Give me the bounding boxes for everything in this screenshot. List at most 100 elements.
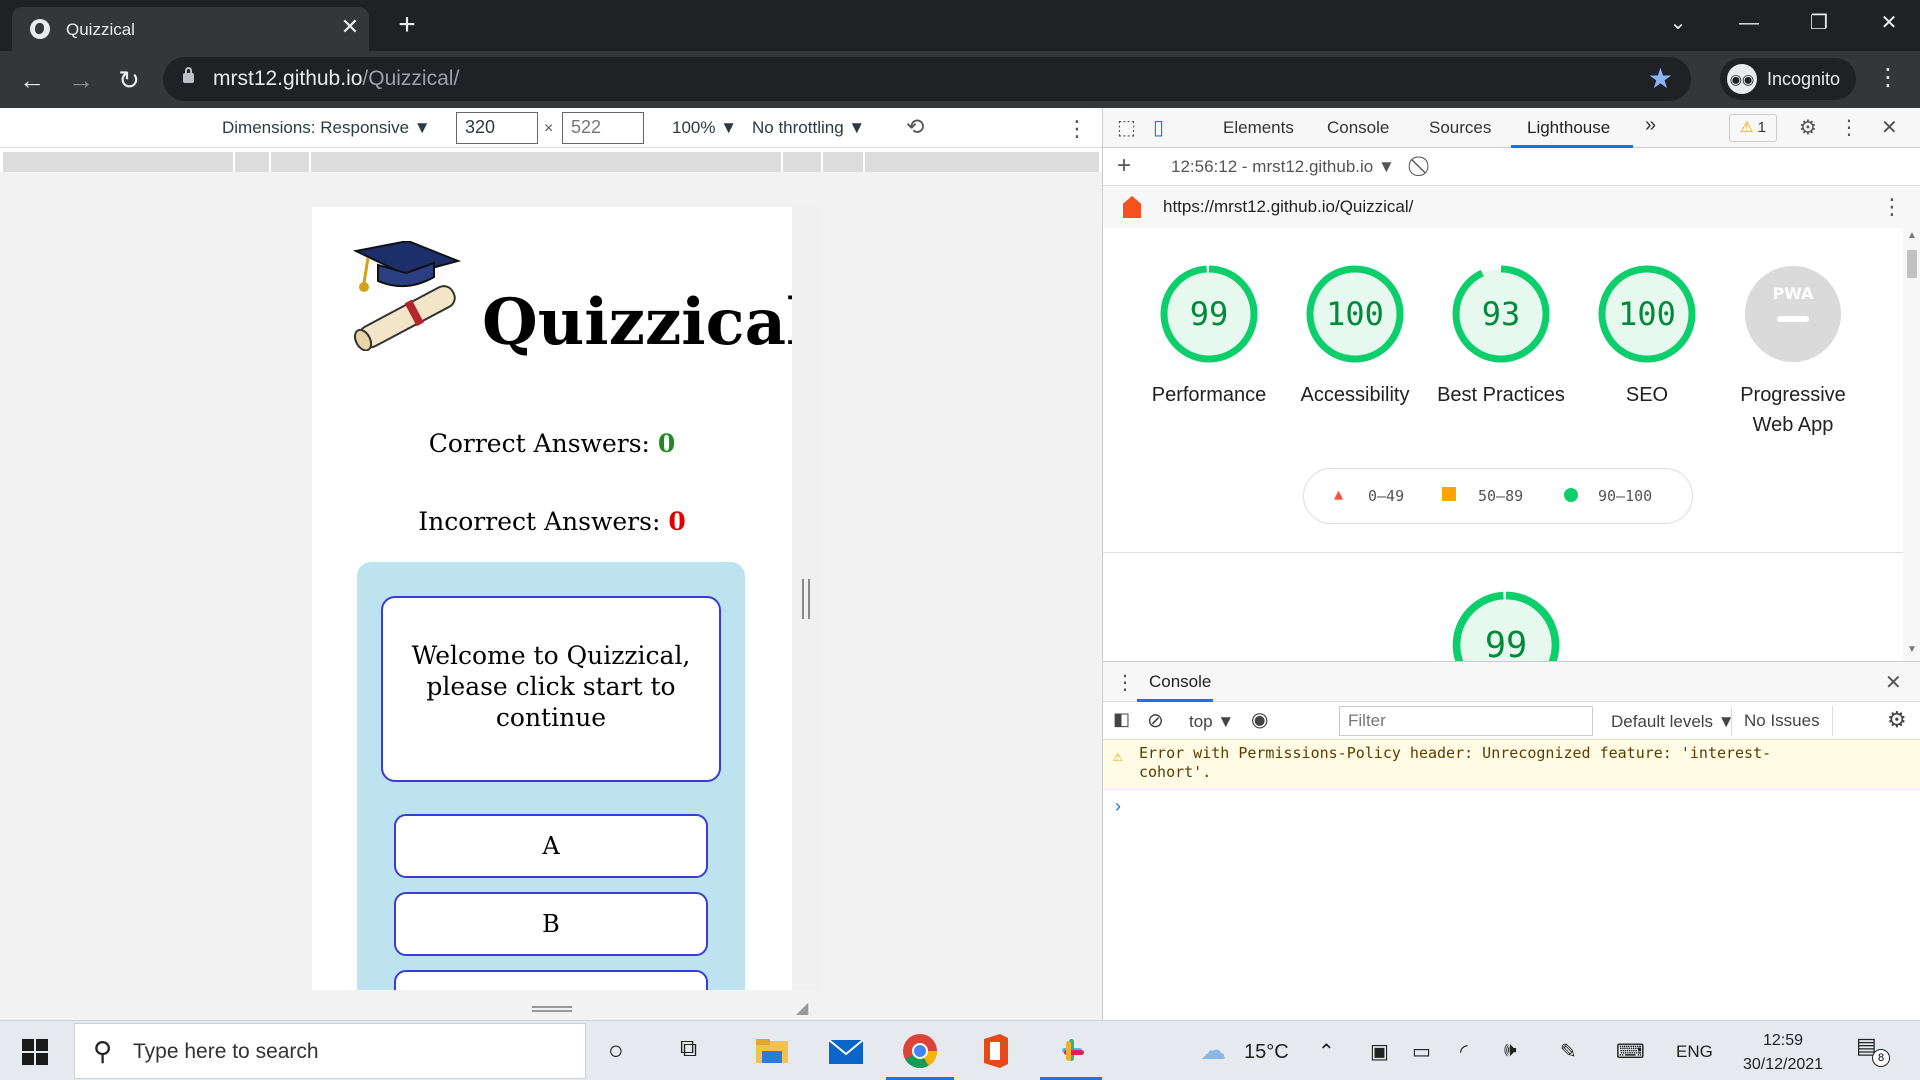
wifi-icon[interactable]: ◜ — [1460, 1039, 1468, 1064]
new-report-icon[interactable]: + — [1117, 152, 1131, 180]
resize-handle-corner[interactable]: ◢ — [796, 998, 808, 1018]
context-dropdown[interactable]: top ▼ — [1189, 712, 1234, 732]
tab-lighthouse[interactable]: Lighthouse — [1527, 118, 1610, 138]
settings-gear-icon[interactable]: ⚙ — [1799, 115, 1817, 140]
cortana-icon[interactable]: ○ — [608, 1035, 624, 1066]
more-tabs-icon[interactable]: » — [1645, 114, 1656, 137]
show-hidden-icons-icon[interactable]: ⌃ — [1318, 1039, 1335, 1064]
log-levels-dropdown[interactable]: Default levels ▼ — [1611, 712, 1735, 732]
taskbar-search[interactable]: ⚲ Type here to search — [74, 1023, 586, 1079]
weather-temperature[interactable]: 15°C — [1244, 1041, 1289, 1064]
dimensions-dropdown[interactable]: Dimensions: Responsive ▼ — [222, 118, 431, 138]
legend-pass-range: 90–100 — [1598, 487, 1653, 505]
forward-icon[interactable]: → — [66, 65, 96, 95]
seo-gauge[interactable]: 100 — [1597, 264, 1697, 364]
tab-console[interactable]: Console — [1327, 118, 1389, 138]
globe-icon — [30, 19, 50, 39]
warning-badge[interactable]: ⚠ 1 — [1729, 114, 1777, 142]
slack-icon[interactable] — [1052, 1031, 1092, 1071]
devtools-menu-icon[interactable]: ⋮ — [1839, 115, 1859, 140]
title-bar: Quizzical ✕ + ⌄ — ❐ ✕ — [0, 0, 1920, 51]
windows-start-icon[interactable] — [22, 1039, 48, 1065]
resize-handle-bottom[interactable] — [532, 1006, 572, 1012]
height-input[interactable]: 522 — [562, 112, 644, 144]
device-options-icon[interactable]: ⋮ — [1066, 116, 1088, 142]
report-scrollbar[interactable]: ▲ ▼ — [1903, 228, 1920, 661]
best-practices-gauge[interactable]: 93 — [1451, 264, 1551, 364]
answer-button-a[interactable]: A — [394, 814, 708, 878]
task-view-icon[interactable]: ⧉ — [680, 1035, 697, 1063]
close-tab-icon[interactable]: ✕ — [338, 15, 362, 39]
devtools-panel: ⬚ ▯ Elements Console Sources Lighthouse … — [1102, 108, 1920, 1020]
touch-keyboard-icon[interactable]: ⌨ — [1616, 1039, 1645, 1064]
incognito-indicator[interactable]: ◉◉ Incognito — [1720, 58, 1856, 100]
drawer-tabbar: ⋮ Console ✕ — [1103, 662, 1920, 702]
volume-icon[interactable]: 🕪 — [1504, 1039, 1517, 1062]
throttling-dropdown[interactable]: No throttling ▼ — [752, 118, 865, 138]
back-icon[interactable]: ← — [17, 65, 47, 95]
performance-section-gauge[interactable]: 99 — [1451, 590, 1561, 661]
mail-icon[interactable] — [826, 1031, 866, 1071]
svg-text:99: 99 — [1190, 295, 1229, 333]
address-bar[interactable]: mrst12.github.io/Quizzical/ ★ — [163, 57, 1691, 101]
battery-icon[interactable]: ▭ — [1412, 1039, 1431, 1064]
resize-handle-right[interactable] — [802, 579, 810, 619]
drawer-menu-icon[interactable]: ⋮ — [1115, 670, 1135, 695]
report-selector[interactable]: 12:56:12 - mrst12.github.io ▼ — [1171, 157, 1395, 177]
sidebar-toggle-icon[interactable]: ◧ — [1113, 709, 1130, 730]
svg-text:100: 100 — [1618, 295, 1676, 333]
tab-sources[interactable]: Sources — [1429, 118, 1491, 138]
restore-button[interactable]: ❐ — [1796, 8, 1842, 38]
report-url[interactable]: https://mrst12.github.io/Quizzical/ — [1163, 197, 1413, 217]
inspect-element-icon[interactable]: ⬚ — [1117, 115, 1136, 140]
lock-icon — [183, 67, 194, 83]
weather-cloud-icon[interactable]: ☁ — [1200, 1035, 1226, 1066]
tab-search-icon[interactable]: ⌄ — [1655, 8, 1701, 38]
reload-icon[interactable]: ↻ — [114, 65, 144, 95]
office-icon[interactable] — [976, 1031, 1016, 1071]
average-square-icon — [1442, 487, 1456, 501]
warning-text-line-1: Error with Permissions-Policy header: Un… — [1139, 744, 1772, 762]
console-filter-input[interactable]: Filter — [1339, 706, 1593, 736]
answer-button-b[interactable]: B — [394, 892, 708, 956]
pen-icon[interactable]: ✎ — [1560, 1039, 1577, 1064]
tab-elements[interactable]: Elements — [1223, 118, 1294, 138]
close-window-button[interactable]: ✕ — [1866, 8, 1912, 38]
chrome-icon[interactable] — [900, 1031, 940, 1071]
rotate-icon[interactable]: ⟲ — [906, 114, 924, 140]
system-clock[interactable]: 12:59 30/12/2021 — [1728, 1029, 1838, 1077]
meet-now-icon[interactable]: ▣ — [1370, 1039, 1389, 1064]
correct-count: 0 — [657, 429, 676, 458]
zoom-dropdown[interactable]: 100% ▼ — [672, 118, 737, 138]
report-menu-icon[interactable]: ⋮ — [1881, 194, 1903, 220]
width-input[interactable]: 320 — [456, 112, 538, 144]
browser-menu-icon[interactable]: ⋮ — [1876, 63, 1900, 92]
media-query-bar[interactable] — [3, 152, 1099, 172]
times-sign: × — [544, 120, 554, 137]
pass-circle-icon — [1564, 488, 1578, 502]
issues-button[interactable]: No Issues — [1731, 706, 1833, 736]
console-settings-icon[interactable]: ⚙ — [1887, 707, 1907, 733]
quiz-panel: Welcome to Quizzical, please click start… — [357, 562, 745, 990]
warning-icon: ⚠ — [1113, 746, 1123, 765]
file-explorer-icon[interactable] — [752, 1031, 792, 1071]
console-prompt[interactable]: › — [1115, 796, 1121, 817]
minimize-button[interactable]: — — [1726, 8, 1772, 38]
svg-text:PWA: PWA — [1772, 284, 1814, 303]
live-expression-eye-icon[interactable]: ◉ — [1251, 707, 1268, 732]
clear-console-icon[interactable]: ⊘ — [1147, 708, 1164, 733]
close-devtools-icon[interactable]: ✕ — [1881, 115, 1898, 140]
language-indicator[interactable]: ENG — [1676, 1042, 1713, 1062]
close-drawer-icon[interactable]: ✕ — [1885, 670, 1902, 695]
notifications-icon[interactable]: ▤ 8 — [1854, 1033, 1890, 1067]
browser-tab[interactable]: Quizzical ✕ — [12, 7, 369, 51]
device-toolbar-icon[interactable]: ▯ — [1153, 115, 1164, 140]
svg-text:99: 99 — [1485, 625, 1527, 661]
performance-gauge[interactable]: 99 — [1159, 264, 1259, 364]
new-tab-button[interactable]: + — [392, 10, 422, 41]
pwa-gauge[interactable]: PWA — [1743, 264, 1843, 364]
accessibility-gauge[interactable]: 100 — [1305, 264, 1405, 364]
drawer-tab-console[interactable]: Console — [1149, 672, 1211, 692]
answer-button-c[interactable]: C — [394, 970, 708, 990]
bookmark-star-icon[interactable]: ★ — [1648, 63, 1673, 95]
